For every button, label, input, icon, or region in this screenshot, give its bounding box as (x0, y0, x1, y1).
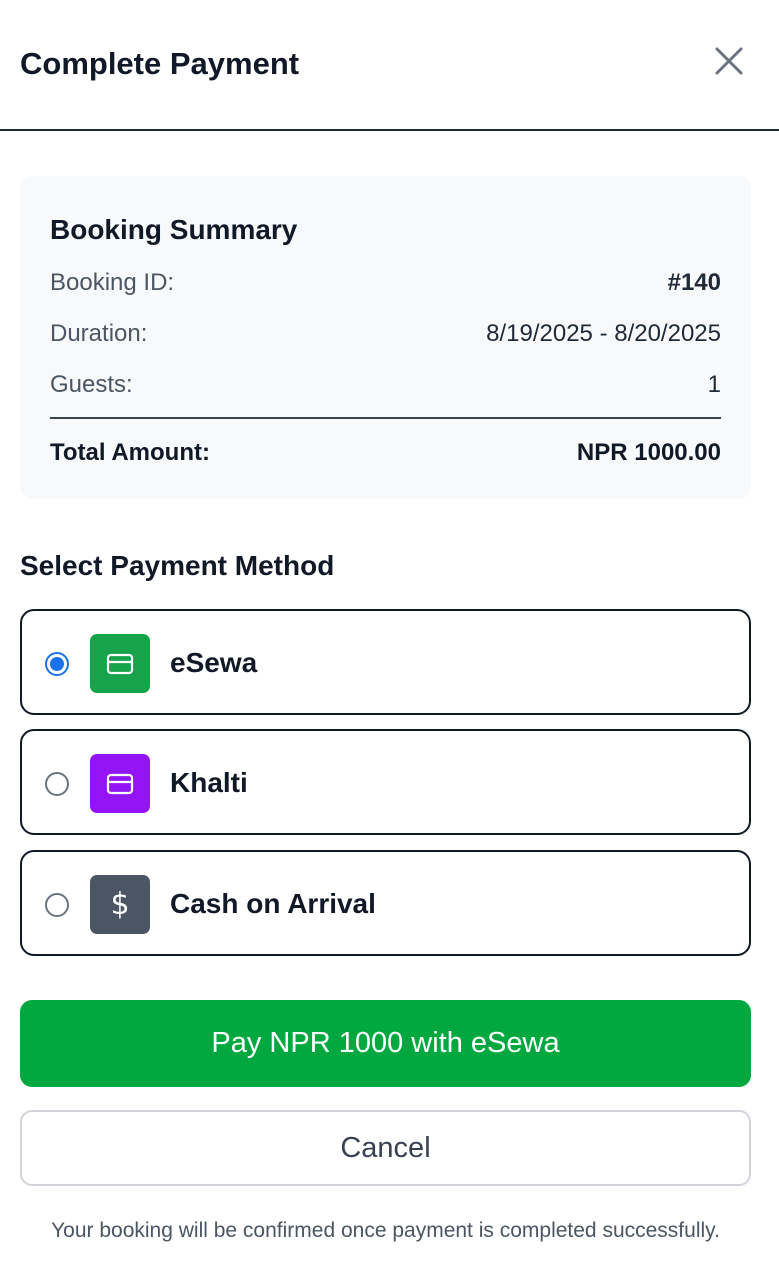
radio-khalti[interactable] (45, 772, 69, 796)
payment-option-label: Khalti (170, 767, 248, 798)
summary-row-duration: Duration: 8/19/2025 - 8/20/2025 (50, 317, 721, 351)
payment-option-label: Cash on Arrival (170, 888, 376, 919)
payment-option-cash-on-arrival[interactable]: $ Cash on Arrival (20, 850, 751, 956)
booking-summary-title: Booking Summary (50, 214, 298, 245)
summary-row-label: Booking ID: (50, 269, 175, 296)
radio-cash-on-arrival[interactable] (45, 893, 69, 917)
modal-header: Complete Payment (0, 0, 779, 131)
summary-row-label: Guests: (50, 371, 133, 398)
modal-title: Complete Payment (20, 46, 300, 81)
summary-row-label: Duration: (50, 320, 148, 347)
pay-button[interactable]: Pay NPR 1000 with eSewa (20, 1000, 751, 1087)
credit-card-icon (90, 754, 150, 813)
payment-option-label: eSewa (170, 647, 258, 678)
total-amount-label: Total Amount: (50, 439, 210, 466)
radio-esewa[interactable] (45, 652, 69, 676)
dollar-icon: $ (90, 875, 150, 934)
total-amount-value: NPR 1000.00 (576, 439, 721, 466)
summary-row-value: #140 (667, 269, 721, 296)
summary-row-guests: Guests: 1 (50, 368, 721, 402)
close-icon (715, 47, 743, 75)
summary-row-value: 8/19/2025 - 8/20/2025 (486, 320, 721, 347)
summary-row-total: Total Amount: NPR 1000.00 (50, 436, 721, 470)
confirmation-note: Your booking will be confirmed once paym… (51, 1219, 720, 1242)
cancel-button[interactable]: Cancel (20, 1110, 751, 1186)
credit-card-icon (90, 634, 150, 693)
summary-divider (50, 417, 721, 419)
payment-method-heading: Select Payment Method (20, 550, 335, 581)
close-button[interactable] (708, 40, 750, 82)
summary-row-value: 1 (707, 371, 721, 398)
payment-option-khalti[interactable]: Khalti (20, 729, 751, 835)
summary-row-booking-id: Booking ID: #140 (50, 266, 721, 300)
booking-summary-card: Booking Summary Booking ID: #140 Duratio… (20, 176, 751, 499)
payment-option-esewa[interactable]: eSewa (20, 609, 751, 715)
